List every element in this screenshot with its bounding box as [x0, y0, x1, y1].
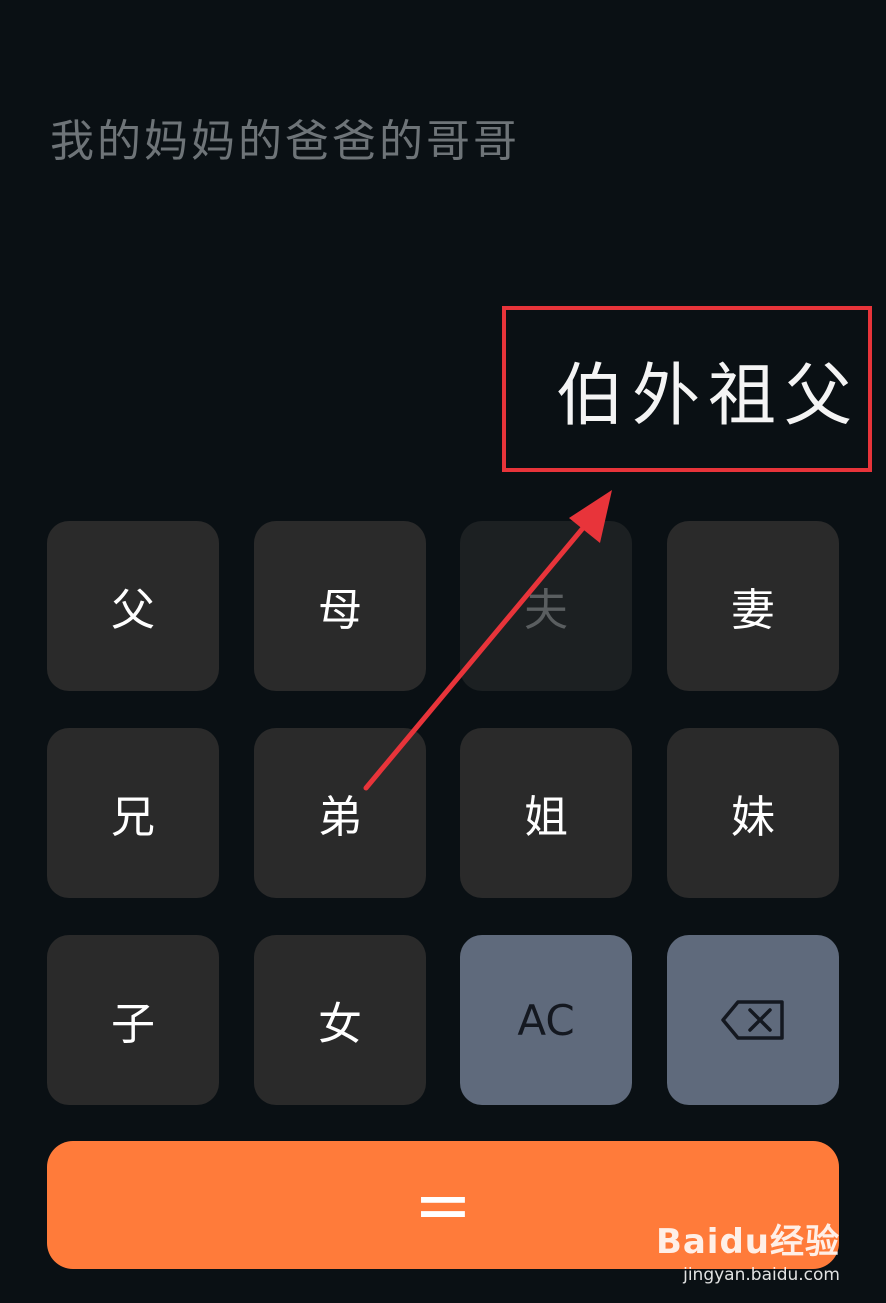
backspace-button[interactable]: [667, 935, 839, 1105]
watermark: Baidu经验 jingyan.baidu.com: [656, 1214, 840, 1285]
expression-display: 我的妈妈的爸爸的哥哥: [50, 116, 520, 167]
key-mother[interactable]: 母: [254, 521, 426, 691]
backspace-icon: [721, 1000, 784, 1040]
key-son[interactable]: 子: [47, 935, 219, 1105]
key-husband[interactable]: 夫: [460, 521, 632, 691]
key-wife[interactable]: 妻: [667, 521, 839, 691]
key-younger-sister[interactable]: 妹: [667, 728, 839, 898]
key-elder-brother[interactable]: 兄: [47, 728, 219, 898]
clear-button-label: AC: [517, 995, 575, 1045]
key-younger-brother[interactable]: 弟: [254, 728, 426, 898]
clear-button[interactable]: AC: [460, 935, 632, 1105]
result-highlight-box: [502, 306, 872, 472]
watermark-logo: Baidu经验: [655, 1222, 840, 1262]
key-father[interactable]: 父: [47, 521, 219, 691]
watermark-url: jingyan.baidu.com: [683, 1265, 840, 1285]
key-daughter[interactable]: 女: [254, 935, 426, 1105]
key-elder-sister[interactable]: 姐: [460, 728, 632, 898]
